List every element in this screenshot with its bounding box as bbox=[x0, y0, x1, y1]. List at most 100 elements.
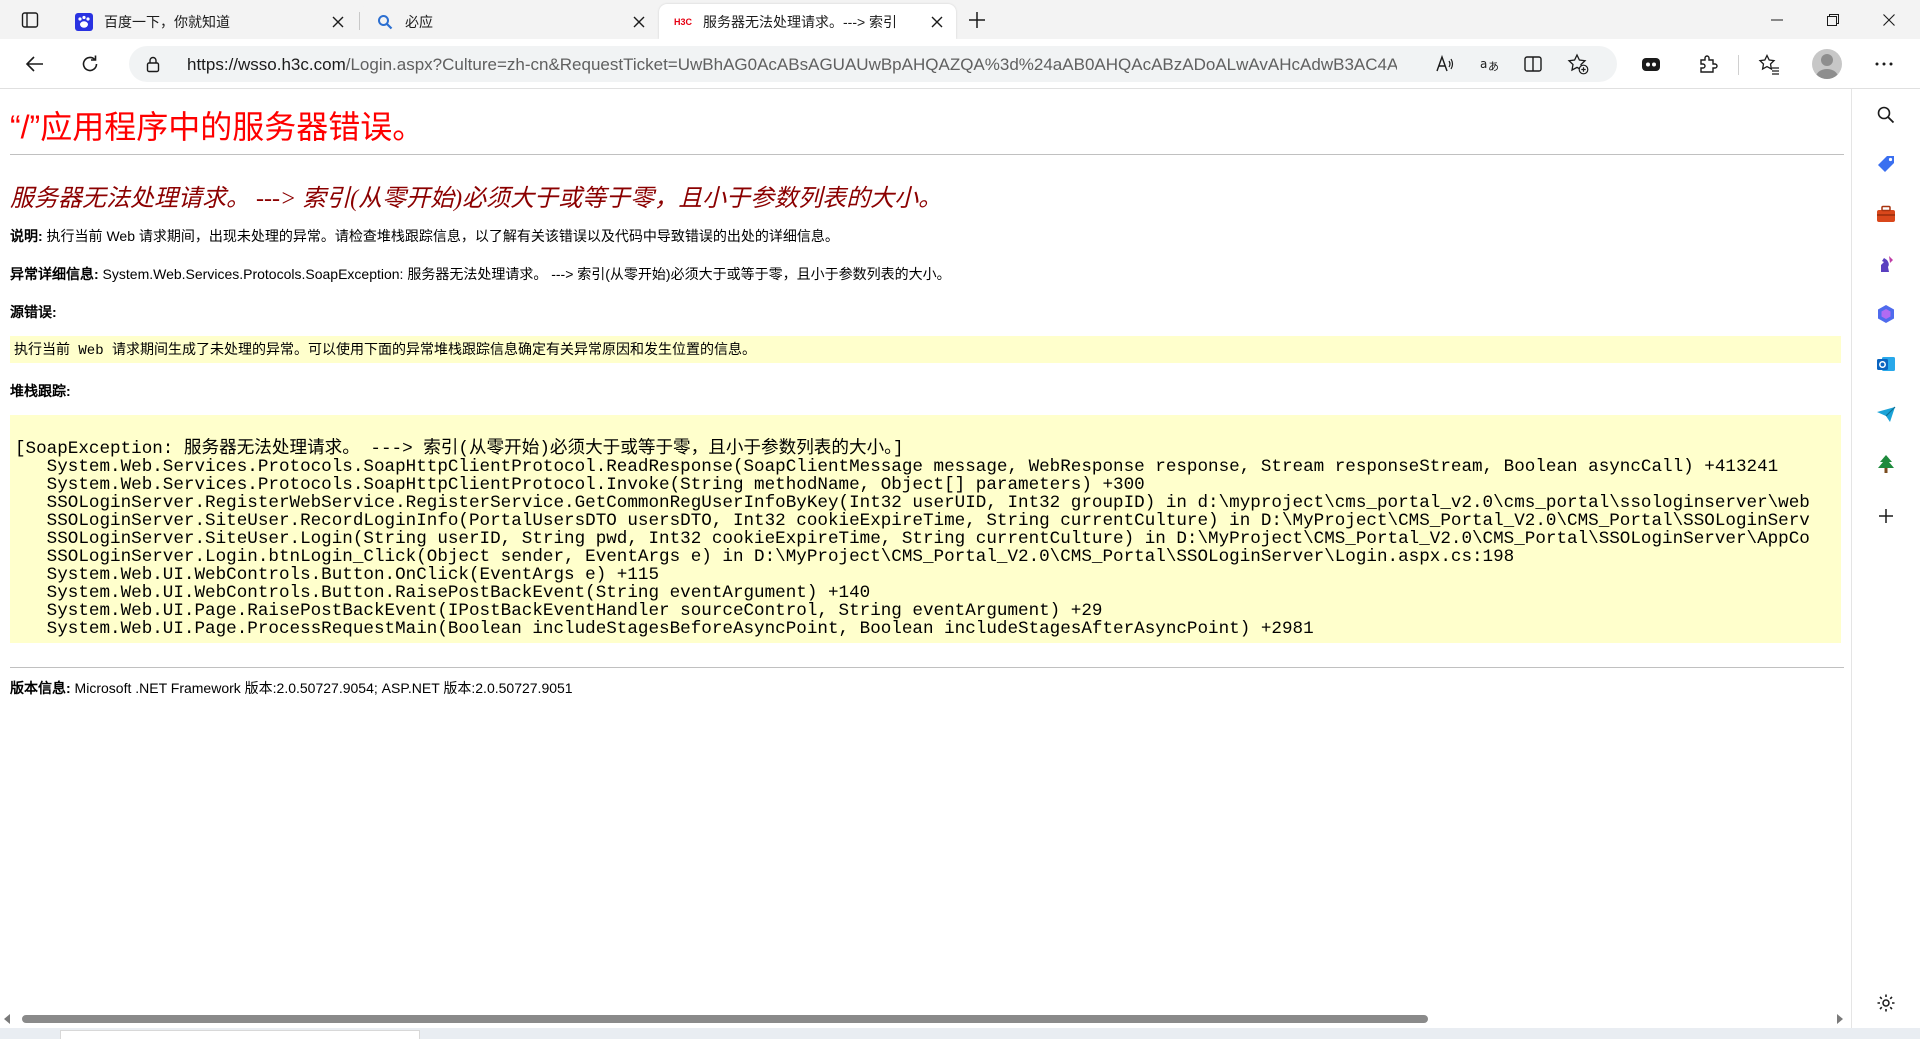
version-text: Microsoft .NET Framework 版本:2.0.50727.90… bbox=[70, 680, 573, 696]
svg-text:a: a bbox=[1480, 57, 1487, 71]
minimize-button[interactable] bbox=[1749, 0, 1805, 39]
lock-icon[interactable] bbox=[144, 55, 162, 73]
more-icon bbox=[1875, 62, 1893, 66]
sidebar-outlook-button[interactable] bbox=[1869, 347, 1903, 381]
split-screen-icon bbox=[1524, 56, 1542, 72]
description-text: 执行当前 Web 请求期间，出现未处理的异常。请检查堆栈跟踪信息，以了解有关该错… bbox=[42, 228, 839, 244]
tab-separator bbox=[359, 12, 360, 30]
add-favorite-button[interactable] bbox=[1563, 50, 1593, 78]
baidu-paw-icon bbox=[74, 12, 94, 32]
tab-close-button[interactable] bbox=[327, 11, 349, 33]
stack-trace-line: System.Web.Services.Protocols.SoapHttpCl… bbox=[15, 457, 1779, 477]
copilot-icon bbox=[1642, 58, 1660, 71]
close-icon bbox=[633, 16, 645, 27]
close-icon bbox=[332, 16, 344, 27]
version-info-paragraph: 版本信息: Microsoft .NET Framework 版本:2.0.50… bbox=[10, 678, 573, 698]
refresh-button[interactable] bbox=[73, 48, 107, 80]
tab-title: 服务器无法处理请求。---> 索引 bbox=[703, 13, 898, 30]
extensions-button[interactable] bbox=[1691, 48, 1725, 80]
back-button[interactable] bbox=[18, 48, 52, 80]
stack-trace-line: SSOLoginServer.SiteUser.RecordLoginInfo(… bbox=[15, 511, 1810, 531]
games-icon bbox=[1881, 256, 1893, 272]
refresh-icon bbox=[82, 55, 98, 72]
divider bbox=[10, 154, 1844, 155]
h3c-logo-text: H3C bbox=[673, 16, 692, 27]
close-window-button[interactable] bbox=[1861, 0, 1917, 39]
sidebar-shopping-button[interactable] bbox=[1869, 147, 1903, 181]
browser-toolbar: https://wsso.h3c.com/Login.aspx?Culture=… bbox=[0, 39, 1920, 89]
sidebar-send-button[interactable] bbox=[1869, 397, 1903, 431]
horizontal-scrollbar[interactable] bbox=[0, 1010, 1851, 1028]
error-subtitle: 服务器无法处理请求。 ---> 索引(从零开始)必须大于或等于零，且小于参数列表… bbox=[10, 186, 943, 212]
sidebar-settings-button[interactable] bbox=[1869, 986, 1903, 1020]
version-label: 版本信息: bbox=[10, 680, 71, 696]
tab-title: 必应 bbox=[405, 13, 433, 30]
toolbox-icon bbox=[1877, 205, 1895, 222]
close-icon bbox=[931, 16, 943, 27]
sidebar-tree-button[interactable] bbox=[1869, 447, 1903, 481]
stack-trace-box: [SoapException: 服务器无法处理请求。 ---> 索引(从零开始)… bbox=[10, 415, 1841, 643]
stack-trace-line: System.Web.Services.Protocols.SoapHttpCl… bbox=[15, 475, 1145, 495]
h3c-logo-icon: H3C bbox=[673, 12, 693, 32]
stack-trace-line: SSOLoginServer.RegisterWebService.Regist… bbox=[15, 493, 1810, 513]
settings-icon bbox=[1877, 994, 1895, 1012]
split-screen-button[interactable] bbox=[1518, 50, 1548, 78]
source-error-label: 源错误: bbox=[10, 304, 57, 320]
sidebar-tools-button[interactable] bbox=[1869, 197, 1903, 231]
add-favorite-icon bbox=[1567, 53, 1589, 75]
copilot-icon bbox=[1878, 305, 1894, 323]
copilot-toolbar-button[interactable] bbox=[1634, 48, 1668, 80]
plus-icon bbox=[969, 12, 985, 28]
tab-actions-icon bbox=[21, 12, 39, 28]
description-label: 说明: bbox=[10, 228, 43, 244]
favorites-button[interactable] bbox=[1752, 48, 1786, 80]
translate-icon: aあ bbox=[1480, 57, 1499, 73]
restore-icon bbox=[1827, 13, 1839, 26]
edge-sidebar bbox=[1851, 89, 1920, 1039]
sidebar-add-button[interactable] bbox=[1869, 499, 1903, 533]
tab-h3c-error[interactable]: H3C 服务器无法处理请求。---> 索引 bbox=[659, 4, 956, 39]
address-bar[interactable]: https://wsso.h3c.com/Login.aspx?Culture=… bbox=[129, 46, 1617, 82]
stack-trace-line: SSOLoginServer.Login.btnLogin_Click(Obje… bbox=[15, 547, 1515, 567]
source-error-text: 执行当前 Web 请求期间生成了未处理的异常。可以使用下面的异常堆栈跟踪信息确定… bbox=[14, 343, 757, 359]
taskbar-window-preview bbox=[60, 1030, 420, 1039]
stack-trace-line: System.Web.UI.WebControls.Button.RaisePo… bbox=[15, 583, 871, 603]
new-tab-button[interactable] bbox=[960, 5, 994, 35]
read-aloud-button[interactable] bbox=[1430, 50, 1460, 78]
search-icon bbox=[375, 12, 395, 32]
sidebar-games-button[interactable] bbox=[1869, 247, 1903, 281]
scrollbar-thumb[interactable] bbox=[22, 1015, 1428, 1023]
send-icon bbox=[1877, 406, 1896, 422]
translate-button[interactable]: aあ bbox=[1474, 50, 1504, 78]
tab-bing[interactable]: 必应 bbox=[361, 4, 658, 39]
search-icon bbox=[1877, 106, 1895, 124]
tab-actions-button[interactable] bbox=[13, 6, 47, 34]
restore-button[interactable] bbox=[1805, 0, 1861, 39]
description-paragraph: 说明: 执行当前 Web 请求期间，出现未处理的异常。请检查堆栈跟踪信息，以了解… bbox=[10, 226, 839, 246]
sidebar-search-button[interactable] bbox=[1869, 98, 1903, 132]
url-path: /Login.aspx?Culture=zh-cn&RequestTicket=… bbox=[345, 55, 1397, 74]
source-error-box: 执行当前 Web 请求期间生成了未处理的异常。可以使用下面的异常堆栈跟踪信息确定… bbox=[10, 336, 1841, 363]
stack-trace-line: [SoapException: 服务器无法处理请求。 ---> 索引(从零开始)… bbox=[15, 439, 904, 459]
stack-trace-line: System.Web.UI.Page.RaisePostBackEvent(IP… bbox=[15, 601, 1103, 621]
sidebar-copilot-button[interactable] bbox=[1869, 297, 1903, 331]
add-icon bbox=[1879, 509, 1893, 523]
more-button[interactable] bbox=[1867, 48, 1901, 80]
source-error-heading: 源错误: bbox=[10, 302, 57, 322]
favorites-icon bbox=[1758, 54, 1779, 75]
tab-close-button[interactable] bbox=[628, 11, 650, 33]
stack-trace-line: System.Web.UI.WebControls.Button.OnClick… bbox=[15, 565, 660, 585]
tab-strip: 百度一下，你就知道 必应 H3C 服务器无法处理请求。---> 索引 bbox=[0, 0, 1920, 39]
exception-label: 异常详细信息: bbox=[10, 266, 99, 282]
page-content: “/”应用程序中的服务器错误。 服务器无法处理请求。 ---> 索引(从零开始)… bbox=[0, 90, 1851, 1010]
url-text[interactable]: https://wsso.h3c.com/Login.aspx?Culture=… bbox=[187, 55, 1397, 75]
tab-close-button[interactable] bbox=[926, 11, 948, 33]
stack-trace-heading: 堆栈跟踪: bbox=[10, 381, 71, 401]
stack-trace-line: System.Web.UI.Page.ProcessRequestMain(Bo… bbox=[15, 619, 1314, 639]
scroll-right-arrow-icon[interactable] bbox=[1837, 1014, 1843, 1024]
stack-trace-label: 堆栈跟踪: bbox=[10, 383, 71, 399]
scroll-left-arrow-icon[interactable] bbox=[4, 1014, 10, 1024]
tab-baidu[interactable]: 百度一下，你就知道 bbox=[60, 4, 357, 39]
exception-paragraph: 异常详细信息: System.Web.Services.Protocols.So… bbox=[10, 264, 951, 284]
profile-avatar[interactable] bbox=[1812, 49, 1842, 79]
